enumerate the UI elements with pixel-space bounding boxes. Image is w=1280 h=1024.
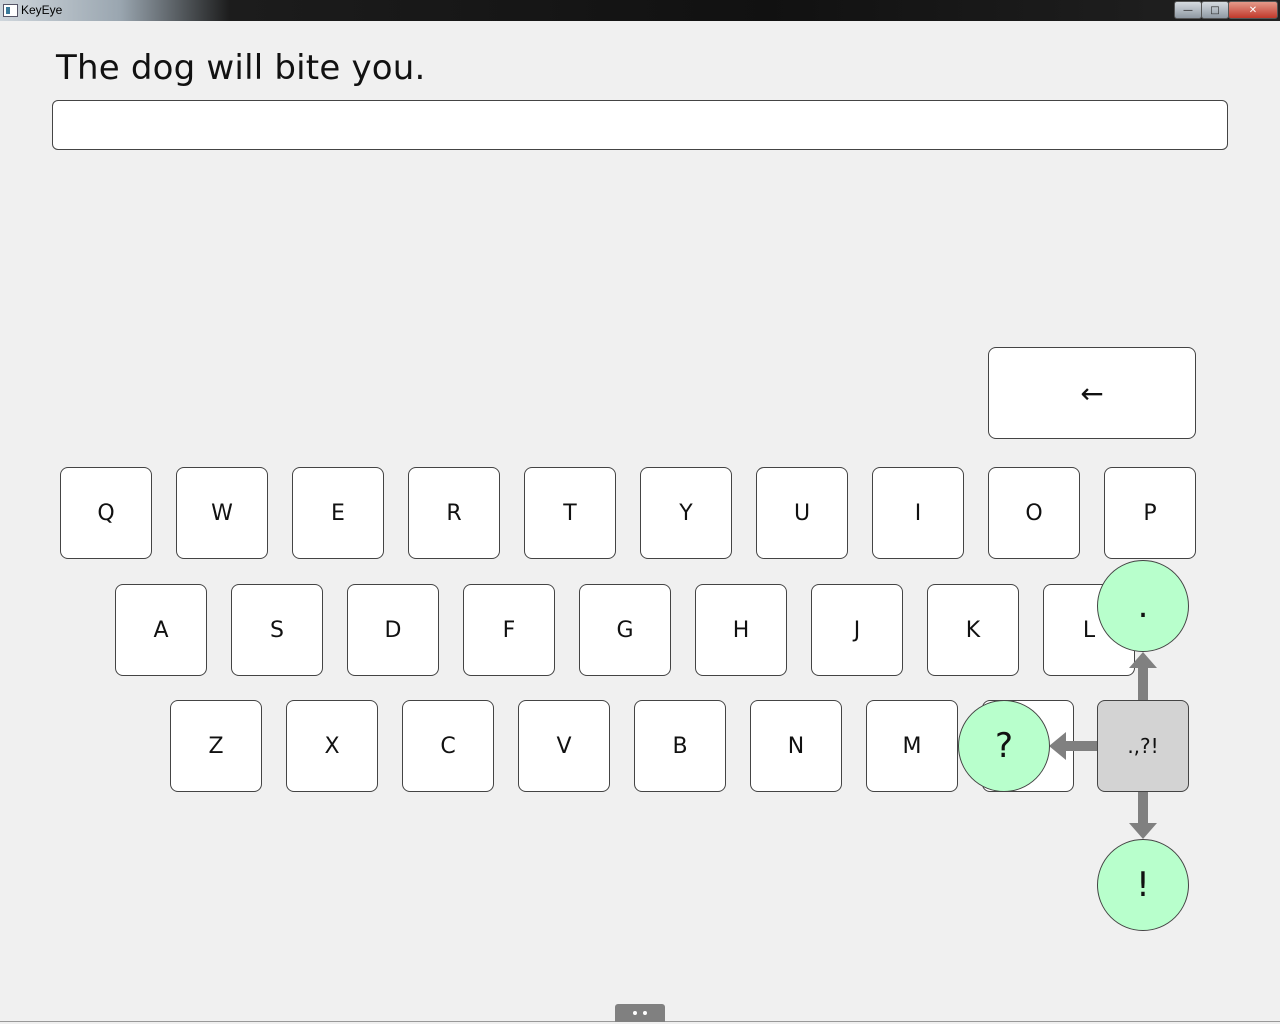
punctuation-arrows — [1049, 652, 1157, 839]
drag-handle-icon[interactable] — [615, 1004, 665, 1022]
handle-dot — [643, 1011, 647, 1015]
exclamation-option-bubble[interactable]: ! — [1097, 839, 1189, 931]
period-option-bubble[interactable]: . — [1097, 560, 1189, 652]
handle-dot — [633, 1011, 637, 1015]
punctuation-key[interactable]: .,?! — [1097, 700, 1189, 792]
question-mark-option-bubble[interactable]: ? — [958, 700, 1050, 792]
